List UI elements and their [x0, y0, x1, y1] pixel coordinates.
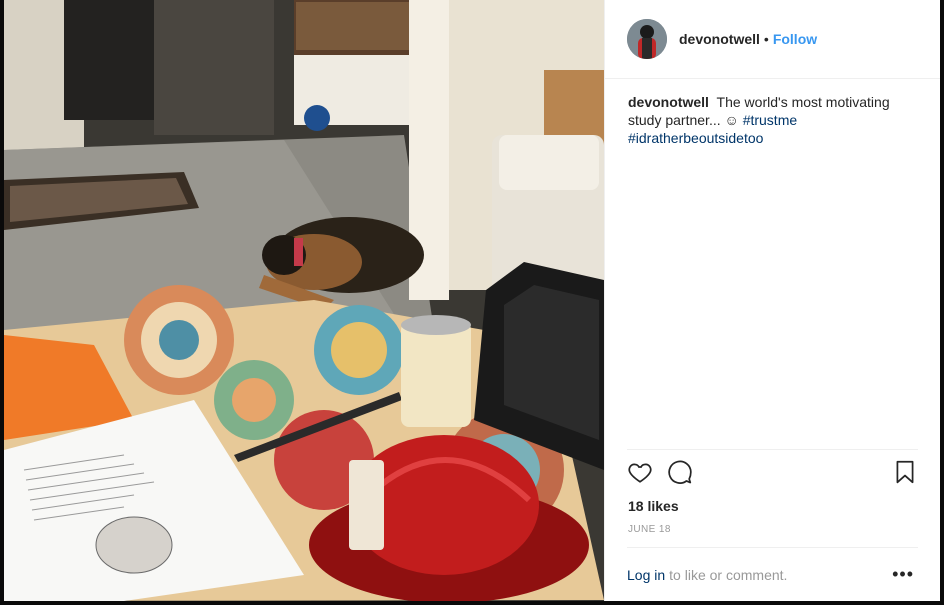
instagram-post: devonotwell • Follow devonotwell The wor… — [4, 0, 940, 601]
bookmark-icon[interactable] — [892, 459, 918, 485]
more-options-icon[interactable]: ••• — [892, 564, 914, 585]
author-username[interactable]: devonotwell — [679, 31, 760, 47]
likes-count[interactable]: 18 likes — [605, 494, 940, 514]
photo-scene — [4, 0, 604, 601]
login-link[interactable]: Log in — [627, 567, 665, 583]
avatar[interactable] — [627, 19, 667, 59]
post-date[interactable]: JUNE 18 — [605, 514, 940, 535]
heart-icon[interactable] — [627, 459, 653, 485]
follow-button[interactable]: Follow — [773, 31, 817, 47]
login-prompt: Log in to like or comment. ••• — [627, 547, 918, 601]
post-sidebar: devonotwell • Follow devonotwell The wor… — [604, 0, 940, 601]
avatar-icon — [627, 19, 667, 59]
comment-bubble-icon[interactable] — [667, 459, 693, 485]
hashtag-trustme[interactable]: #trustme — [743, 112, 797, 128]
separator-dot: • — [763, 31, 769, 47]
post-photo[interactable] — [4, 0, 604, 601]
action-bar — [627, 449, 918, 494]
caption-username[interactable]: devonotwell — [628, 94, 709, 110]
post-header: devonotwell • Follow — [605, 0, 940, 79]
hashtag-idratherbeoutsidetoo[interactable]: #idratherbeoutsidetoo — [628, 130, 763, 146]
login-suffix: to like or comment. — [669, 566, 788, 583]
post-caption: devonotwell The world's most motivating … — [605, 79, 940, 147]
